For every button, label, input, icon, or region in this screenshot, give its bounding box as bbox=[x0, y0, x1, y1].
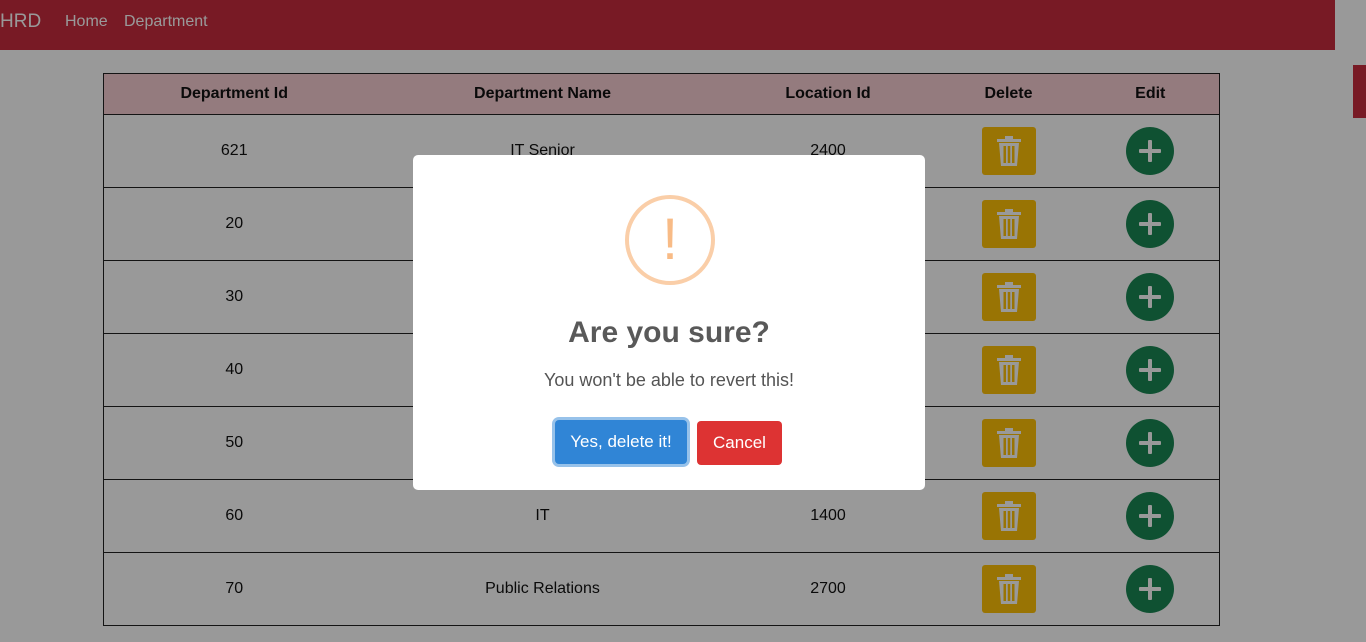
warning-icon: ! bbox=[625, 195, 715, 285]
cancel-button[interactable]: Cancel bbox=[697, 421, 782, 465]
confirm-delete-button[interactable]: Yes, delete it! bbox=[555, 420, 687, 464]
dialog-title: Are you sure? bbox=[568, 316, 770, 349]
confirm-dialog: ! Are you sure? You won't be able to rev… bbox=[413, 155, 925, 490]
dialog-text: You won't be able to revert this! bbox=[544, 370, 794, 390]
